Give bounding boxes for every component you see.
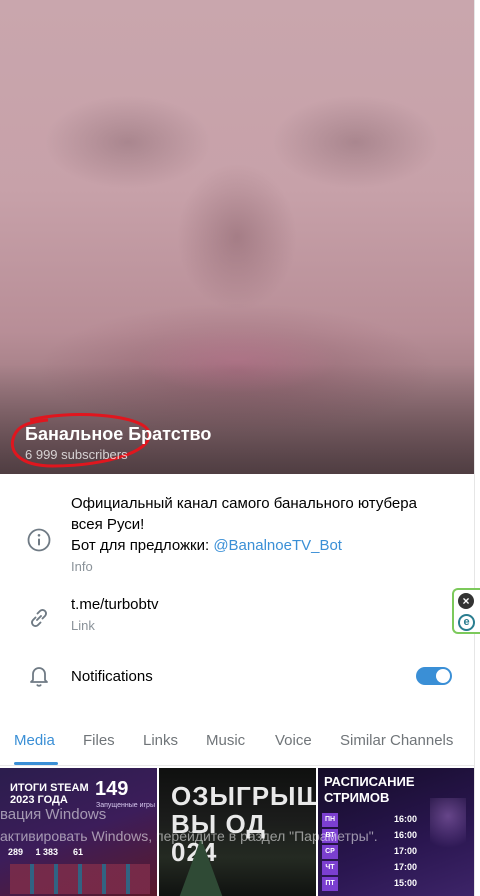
- schedule-row: ПТ 15:00: [322, 877, 418, 891]
- tab-links[interactable]: Links: [143, 732, 178, 749]
- tab-files[interactable]: Files: [83, 732, 115, 749]
- channel-name: Банальное Братство: [25, 424, 212, 444]
- schedule-row: ЧТ 17:00: [322, 861, 418, 875]
- tab-voice[interactable]: Voice: [275, 732, 312, 749]
- media-thumbnail-3[interactable]: РАСПИСАНИЕ СТРИМОВ ПН 16:00 ВТ 16:00 СР 17:…: [318, 768, 474, 896]
- media-thumbnail-1[interactable]: ИТОГИ STEAM 2023 ГОДА 149 Запущенные игр…: [0, 768, 157, 896]
- schedule-time: 15:00: [394, 878, 418, 888]
- thumb1-game-covers: [10, 864, 150, 894]
- bot-link[interactable]: @BanalnoeTV_Bot: [213, 537, 342, 554]
- description-line-1: Официальный канал самого банального ютуб…: [71, 495, 417, 512]
- tab-music[interactable]: Music: [206, 732, 245, 749]
- info-label: Info: [71, 559, 93, 574]
- close-icon[interactable]: ×: [458, 593, 474, 609]
- schedule-day: ВТ: [322, 829, 338, 843]
- description-line-2: всея Руси!: [71, 516, 145, 533]
- schedule-row: ВТ 16:00: [322, 829, 418, 843]
- channel-cover-photo[interactable]: Банальное Братство 6 999 subscribers: [0, 0, 474, 474]
- info-icon: [27, 528, 51, 552]
- thumb1-big-number: 149: [95, 778, 129, 800]
- schedule-row: ПН 16:00: [322, 813, 418, 827]
- thumb2-tree: [179, 838, 223, 896]
- schedule-day: ПН: [322, 813, 338, 827]
- bot-prefix: Бот для предложки:: [71, 537, 214, 554]
- thumb1-caption: Запущенные игры: [96, 802, 155, 809]
- schedule-day: ЧТ: [322, 861, 338, 875]
- subscriber-count: 6 999 subscribers: [25, 447, 128, 462]
- extension-e-icon[interactable]: e: [458, 614, 475, 631]
- media-tabs: Media Files Links Music Voice Similar Ch…: [0, 720, 474, 766]
- bot-line: Бот для предложки: @BanalnoeTV_Bot: [71, 535, 456, 556]
- link-text: t.me/turbobtv Link: [71, 594, 456, 636]
- notifications-toggle[interactable]: [416, 667, 452, 685]
- notifications-row[interactable]: Notifications: [0, 662, 474, 692]
- link-row[interactable]: t.me/turbobtv Link: [0, 594, 474, 638]
- thumb3-schedule: ПН 16:00 ВТ 16:00 СР 17:00 ЧТ 17:00 ПТ 15:00: [322, 813, 418, 893]
- schedule-time: 17:00: [394, 862, 418, 872]
- link-label: Link: [71, 618, 95, 633]
- link-icon: [31, 609, 47, 627]
- schedule-time: 16:00: [394, 830, 418, 840]
- info-row[interactable]: Официальный канал самого банального ютуб…: [0, 493, 474, 583]
- thumb1-stats: 289 1 383 61: [8, 847, 84, 857]
- tab-similar-channels[interactable]: Similar Channels: [340, 732, 453, 749]
- scrollbar-track[interactable]: [474, 0, 480, 896]
- schedule-time: 16:00: [394, 814, 418, 824]
- schedule-time: 17:00: [394, 846, 418, 856]
- info-text: Официальный канал самого банального ютуб…: [71, 493, 456, 577]
- notifications-label: Notifications: [71, 668, 153, 685]
- schedule-day: ПТ: [322, 877, 338, 891]
- schedule-row: СР 17:00: [322, 845, 418, 859]
- media-thumbnail-2[interactable]: ОЗЫГРЫШ ВЫ ОД 024: [159, 768, 316, 896]
- browser-extension-panel[interactable]: × e: [452, 588, 480, 634]
- tab-media[interactable]: Media: [14, 732, 55, 749]
- thumb3-title: РАСПИСАНИЕ СТРИМОВ: [324, 774, 415, 805]
- schedule-day: СР: [322, 845, 338, 859]
- channel-url[interactable]: t.me/turbobtv: [71, 594, 456, 615]
- thumb1-title: ИТОГИ STEAM 2023 ГОДА: [10, 782, 89, 806]
- thumb3-lamp: [430, 798, 466, 858]
- bell-icon: [30, 667, 48, 687]
- active-tab-indicator: [14, 762, 58, 765]
